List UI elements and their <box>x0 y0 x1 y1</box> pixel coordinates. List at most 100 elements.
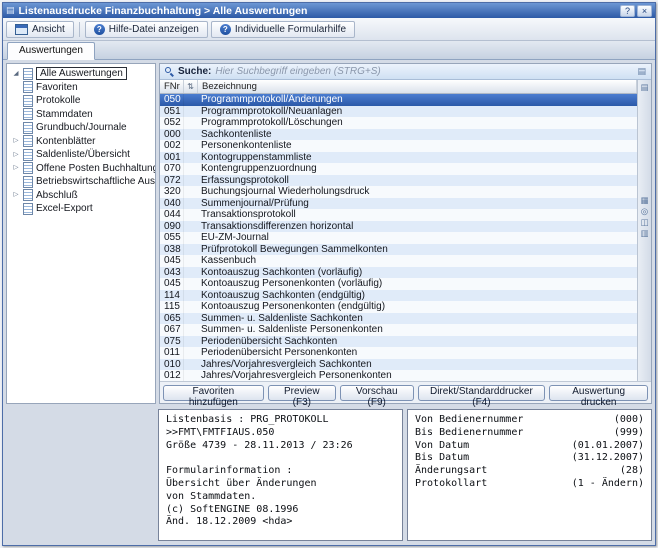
report-row[interactable]: 050Programmprotokoll/Änderungen <box>160 94 637 106</box>
export-icon[interactable]: ▤ <box>637 66 646 77</box>
direkt-standarddrucker-f4-button[interactable]: Direkt/Standarddrucker (F4) <box>418 385 546 401</box>
form-page-icon[interactable]: ▤ <box>640 82 648 93</box>
report-row[interactable]: 070Kontengruppenzuordnung <box>160 163 637 175</box>
view-icon <box>15 24 28 35</box>
collapsed-triangle-icon[interactable]: ▷ <box>12 165 20 172</box>
tree-item-saldenliste-ubersicht[interactable]: ▷Saldenliste/Übersicht <box>7 148 155 162</box>
report-fnr: 090 <box>160 221 184 233</box>
report-name: Programmprotokoll/Änderungen <box>197 94 637 106</box>
report-row-spacer <box>184 232 197 244</box>
report-name: Prüfprotokoll Bewegungen Sammelkonten <box>197 244 637 256</box>
report-name: Summenjournal/Prüfung <box>197 198 637 210</box>
tree-item-label: Kontenblätter <box>36 136 96 147</box>
tree-item-excel-export[interactable]: Excel-Export <box>7 202 155 216</box>
report-fnr: 072 <box>160 175 184 187</box>
report-row[interactable]: 045Kontoauszug Personenkonten (vorläufig… <box>160 278 637 290</box>
report-fnr: 070 <box>160 163 184 175</box>
report-row[interactable]: 320Buchungsjournal Wiederholungsdruck <box>160 186 637 198</box>
hilfe-datei-anzeigen-button[interactable]: ? Hilfe-Datei anzeigen <box>85 21 208 38</box>
columns-icon[interactable]: ◫ <box>640 217 648 228</box>
report-row[interactable]: 012Jahres/Vorjahresvergleich Personenkon… <box>160 370 637 381</box>
report-row[interactable]: 000Sachkontenliste <box>160 129 637 141</box>
report-folder-icon <box>23 176 33 188</box>
report-name: Jahres/Vorjahresvergleich Personenkonten <box>197 370 637 381</box>
report-row[interactable]: 052Programmprotokoll/Löschungen <box>160 117 637 129</box>
window-help-button[interactable]: ? <box>620 5 635 17</box>
report-row[interactable]: 067Summen- u. Saldenliste Personenkonten <box>160 324 637 336</box>
tree-item-alle-auswertungen[interactable]: ◢Alle Auswertungen <box>7 67 155 81</box>
report-row[interactable]: 043Kontoauszug Sachkonten (vorläufig) <box>160 267 637 279</box>
report-name: Jahres/Vorjahresvergleich Sachkonten <box>197 359 637 371</box>
report-row-spacer <box>184 221 197 233</box>
vorschau-f9-button[interactable]: Vorschau (F9) <box>340 385 414 401</box>
report-row[interactable]: 075Periodenübersicht Sachkonten <box>160 336 637 348</box>
tree-item-offene-posten-buchhaltung[interactable]: ▷Offene Posten Buchhaltung <box>7 162 155 176</box>
window-controls: ? × <box>620 5 652 17</box>
report-row[interactable]: 044Transaktionsprotokoll <box>160 209 637 221</box>
column-fnr[interactable]: FNr <box>160 80 184 93</box>
preview-f3-button[interactable]: Preview (F3) <box>268 385 336 401</box>
param-row: Protokollart(1 - Ändern) <box>415 478 644 491</box>
report-row[interactable]: 010Jahres/Vorjahresvergleich Sachkonten <box>160 359 637 371</box>
tree-item-betriebswirtschaftliche-auswertungen[interactable]: Betriebswirtschaftliche Auswertungen <box>7 175 155 189</box>
actions-row: Favoriten hinzufügenPreview (F3)Vorschau… <box>160 381 651 403</box>
form-info-panel: Listenbasis : PRG_PROTOKOLL>>FMT\FMTFIAU… <box>158 409 403 541</box>
table-header: FNr ⇅ Bezeichnung <box>160 80 637 94</box>
report-row[interactable]: 072Erfassungsprotokoll <box>160 175 637 187</box>
report-folder-icon <box>23 108 33 120</box>
report-row-spacer <box>184 278 197 290</box>
report-row[interactable]: 001Kontogruppenstammliste <box>160 152 637 164</box>
report-row[interactable]: 090Transaktionsdifferenzen horizontal <box>160 221 637 233</box>
report-row-spacer <box>184 370 197 381</box>
tab-auswertungen[interactable]: Auswertungen <box>7 42 95 60</box>
favoriten-hinzufugen-button[interactable]: Favoriten hinzufügen <box>163 385 264 401</box>
report-row[interactable]: 055EU-ZM-Journal <box>160 232 637 244</box>
tree-item-protokolle[interactable]: Protokolle <box>7 94 155 108</box>
tree-item-kontenblatter[interactable]: ▷ Kontenblätter <box>7 135 155 149</box>
report-row[interactable]: 051Programmprotokoll/Neuanlagen <box>160 106 637 118</box>
report-row-spacer <box>184 267 197 279</box>
report-row[interactable]: 115Kontoauszug Personenkonten (endgültig… <box>160 301 637 313</box>
form-info-line: Formularinformation : <box>166 465 395 478</box>
report-row[interactable]: 002Personenkontenliste <box>160 140 637 152</box>
individuelle-formularhilfe-button[interactable]: ? Individuelle Formularhilfe <box>211 21 355 38</box>
report-row-spacer <box>184 313 197 325</box>
tree-item-abschlus[interactable]: ▷Abschluß <box>7 189 155 203</box>
report-row[interactable]: 045Kassenbuch <box>160 255 637 267</box>
search-input[interactable] <box>215 66 633 77</box>
ansicht-button[interactable]: Ansicht <box>6 21 74 38</box>
report-row-spacer <box>184 186 197 198</box>
column-bezeichnung[interactable]: Bezeichnung <box>198 80 637 93</box>
report-row-spacer <box>184 117 197 129</box>
preview-icon[interactable]: ◎ <box>641 206 648 217</box>
report-row[interactable]: 114Kontoauszug Sachkonten (endgültig) <box>160 290 637 302</box>
main-panel: Suche: ▤ FNr ⇅ Bezeichnung 050Programmpr… <box>159 63 652 404</box>
report-row[interactable]: 038Prüfprotokoll Bewegungen Sammelkonten <box>160 244 637 256</box>
tree-item-stammdaten[interactable]: Stammdaten <box>7 108 155 122</box>
list-view-icon[interactable]: ▦ <box>640 195 648 206</box>
collapsed-triangle-icon[interactable]: ▷ <box>12 192 20 199</box>
close-button[interactable]: × <box>637 5 652 17</box>
titlebar: ▤ Listenausdrucke Finanzbuchhaltung > Al… <box>3 3 655 18</box>
auswertung-drucken-button[interactable]: Auswertung drucken <box>549 385 648 401</box>
report-folder-icon <box>23 68 33 80</box>
report-row[interactable]: 065Summen- u. Saldenliste Sachkonten <box>160 313 637 325</box>
collapsed-triangle-icon[interactable]: ▷ <box>12 138 20 145</box>
form-info-line: Änd. 18.12.2009 <hda> <box>166 516 395 529</box>
expanded-triangle-icon[interactable]: ◢ <box>12 71 20 78</box>
tree-item-favoriten[interactable]: Favoriten <box>7 81 155 95</box>
report-row[interactable]: 011Periodenübersicht Personenkonten <box>160 347 637 359</box>
tree-item-label: Protokolle <box>36 95 80 106</box>
details-icon[interactable]: ▥ <box>640 228 648 239</box>
param-value: (31.12.2007) <box>572 452 644 465</box>
form-info-line: Größe 4739 - 28.11.2013 / 23:26 <box>166 440 395 453</box>
tree-item-grundbuch-journale[interactable]: Grundbuch/Journale <box>7 121 155 135</box>
report-row-spacer <box>184 255 197 267</box>
report-fnr: 000 <box>160 129 184 141</box>
collapsed-triangle-icon[interactable]: ▷ <box>12 152 20 159</box>
report-folder-icon <box>23 122 33 134</box>
report-row[interactable]: 040Summenjournal/Prüfung <box>160 198 637 210</box>
report-name: Buchungsjournal Wiederholungsdruck <box>197 186 637 198</box>
report-row-spacer <box>184 244 197 256</box>
sort-icon[interactable]: ⇅ <box>184 80 198 93</box>
